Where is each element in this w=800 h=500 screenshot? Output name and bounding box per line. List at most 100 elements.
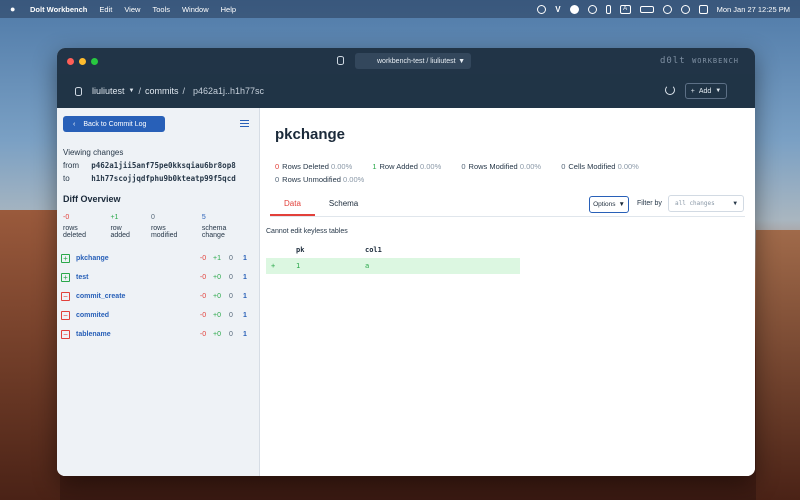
menubar-status-area: V A Mon Jan 27 12:25 PM	[537, 4, 790, 14]
summary-count: 0	[561, 162, 566, 171]
table-schema-count: 1	[243, 274, 247, 281]
removed-table-icon: −	[61, 311, 70, 320]
back-to-commit-log-button[interactable]: ‹ Back to Commit Log	[63, 116, 165, 132]
column-header[interactable]: pk	[296, 242, 365, 258]
menubar-app-name[interactable]: Dolt Workbench	[30, 5, 87, 14]
diff-data-table: pk col1 + 1 a	[266, 242, 520, 274]
summary-percent: 0.00%	[343, 175, 365, 184]
table-deleted-count: -0	[199, 331, 207, 338]
table-row[interactable]: − commit_create -0 +0 0 1	[61, 287, 253, 306]
cloud-sync-icon[interactable]	[537, 4, 547, 14]
table-row[interactable]: − commited -0 +0 0 1	[61, 306, 253, 325]
menubar-datetime[interactable]: Mon Jan 27 12:25 PM	[717, 5, 790, 14]
add-button-label: Add	[698, 87, 712, 95]
maximize-window-button[interactable]	[91, 57, 98, 65]
summary-count: 1	[372, 162, 377, 171]
breadcrumb-commit-range: p462a1j..h1h77sc	[193, 86, 265, 96]
menu-tools[interactable]: Tools	[152, 5, 170, 14]
to-hash: h1h77scojjqdfphu9b0kteatp99f5qcd	[91, 174, 236, 183]
table-row[interactable]: + pkchange -0 +1 0 1	[61, 249, 253, 268]
breadcrumb-database[interactable]: liuliutest	[92, 86, 125, 96]
diff-main-panel: pkchange 0 Rows Deleted 0.00% 1 Row Added …	[260, 108, 755, 476]
chevron-left-icon: ‹	[73, 120, 76, 128]
chevron-down-icon[interactable]: ▼	[129, 88, 135, 94]
table-name[interactable]: commit_create	[76, 293, 196, 300]
stat-schema-change: 5 schema change	[202, 214, 251, 239]
table-added-count: +0	[213, 331, 221, 338]
table-cell[interactable]: 1	[296, 258, 365, 274]
apple-icon[interactable]: ●	[10, 4, 22, 14]
table-row[interactable]: + test -0 +0 0 1	[61, 268, 253, 287]
stat-rows-deleted: -0 rows deleted	[63, 214, 102, 239]
brand-logo: d0lt WORKBENCH	[660, 56, 739, 66]
marker-header	[266, 242, 296, 258]
tabs-divider	[270, 216, 745, 217]
diff-sidebar: ‹ Back to Commit Log Viewing changes fro…	[57, 108, 260, 476]
back-button-label: Back to Commit Log	[83, 120, 147, 128]
diff-stats: -0 rows deleted +1 row added 0 rows modi…	[63, 214, 259, 239]
filter-label: Filter by	[637, 200, 662, 207]
viewing-label: Viewing changes	[63, 148, 124, 157]
table-row[interactable]: + 1 a	[266, 258, 520, 274]
moon-icon[interactable]	[587, 4, 597, 14]
waveform-icon[interactable]	[569, 4, 579, 14]
minimize-window-button[interactable]	[79, 57, 86, 65]
table-schema-count: 1	[243, 312, 247, 319]
wifi-icon[interactable]	[662, 4, 672, 14]
mac-menubar: ● Dolt Workbench Edit View Tools Window …	[0, 0, 800, 18]
filter-select[interactable]: all changes ▼	[668, 195, 744, 212]
summary-count: 0	[275, 162, 280, 171]
tab-schema[interactable]: Schema	[315, 194, 372, 216]
table-name[interactable]: commited	[76, 312, 196, 319]
control-center-icon[interactable]	[698, 4, 708, 14]
menu-view[interactable]: View	[124, 5, 140, 14]
summary-row-added: 1 Row Added 0.00%	[372, 160, 441, 173]
add-button[interactable]: + Add ▼	[685, 83, 727, 99]
tab-data[interactable]: Data	[270, 194, 315, 216]
vercel-icon[interactable]: V	[555, 5, 560, 14]
stat-value: 5	[201, 214, 206, 221]
breadcrumb: liuliutest ▼ / commits / p462a1j..h1h77s…	[75, 86, 264, 96]
spotlight-icon[interactable]	[680, 4, 690, 14]
removed-table-icon: −	[61, 330, 70, 339]
summary-percent: 0.00%	[617, 162, 639, 171]
wallpaper-mesa-left	[0, 210, 60, 500]
bluetooth-icon[interactable]	[605, 4, 611, 14]
close-window-button[interactable]	[67, 57, 74, 65]
menu-edit[interactable]: Edit	[99, 5, 112, 14]
table-modified-count: 0	[229, 293, 233, 300]
connection-label: workbench-test / liuliutest	[377, 57, 456, 65]
menu-icon[interactable]	[240, 120, 249, 129]
connection-picker[interactable]: workbench-test / liuliutest ▼	[337, 53, 471, 69]
a-input-icon[interactable]: A	[619, 4, 631, 14]
breadcrumb-commits[interactable]: commits	[145, 86, 179, 96]
menu-help[interactable]: Help	[221, 5, 236, 14]
app-header: liuliutest ▼ / commits / p462a1j..h1h77s…	[57, 74, 755, 108]
added-table-icon: +	[61, 273, 70, 282]
diff-tabs: Data Schema	[270, 194, 372, 216]
table-name[interactable]: tablename	[76, 331, 196, 338]
stat-value: -0	[63, 214, 70, 221]
traffic-lights	[67, 57, 98, 65]
change-summary: 0 Rows Deleted 0.00% 1 Row Added 0.00% 0 Ro…	[275, 160, 695, 186]
table-header-row: pk col1	[266, 242, 520, 258]
options-button[interactable]: Options ▼	[589, 196, 629, 213]
diff-overview-title: Diff Overview	[63, 194, 121, 204]
table-schema-count: 1	[243, 255, 247, 262]
table-deleted-count: -0	[199, 274, 207, 281]
table-name[interactable]: test	[76, 274, 196, 281]
table-name[interactable]: pkchange	[76, 255, 196, 262]
battery-icon[interactable]	[639, 5, 654, 13]
added-table-icon: +	[61, 254, 70, 263]
table-row[interactable]: − tablename -0 +0 0 1	[61, 325, 253, 344]
to-row: to h1h77scojjqdfphu9b0kteatp99f5qcd	[63, 172, 236, 185]
summary-rows-unmodified: 0 Rows Unmodified 0.00%	[275, 173, 364, 186]
table-cell[interactable]: a	[365, 258, 520, 274]
menu-window[interactable]: Window	[182, 5, 209, 14]
summary-percent: 0.00%	[419, 162, 442, 171]
column-header[interactable]: col1	[365, 242, 520, 258]
table-modified-count: 0	[229, 312, 233, 319]
breadcrumb-separator: /	[182, 86, 185, 96]
wallpaper-mesa-right	[756, 230, 800, 500]
refresh-icon[interactable]	[665, 85, 675, 95]
